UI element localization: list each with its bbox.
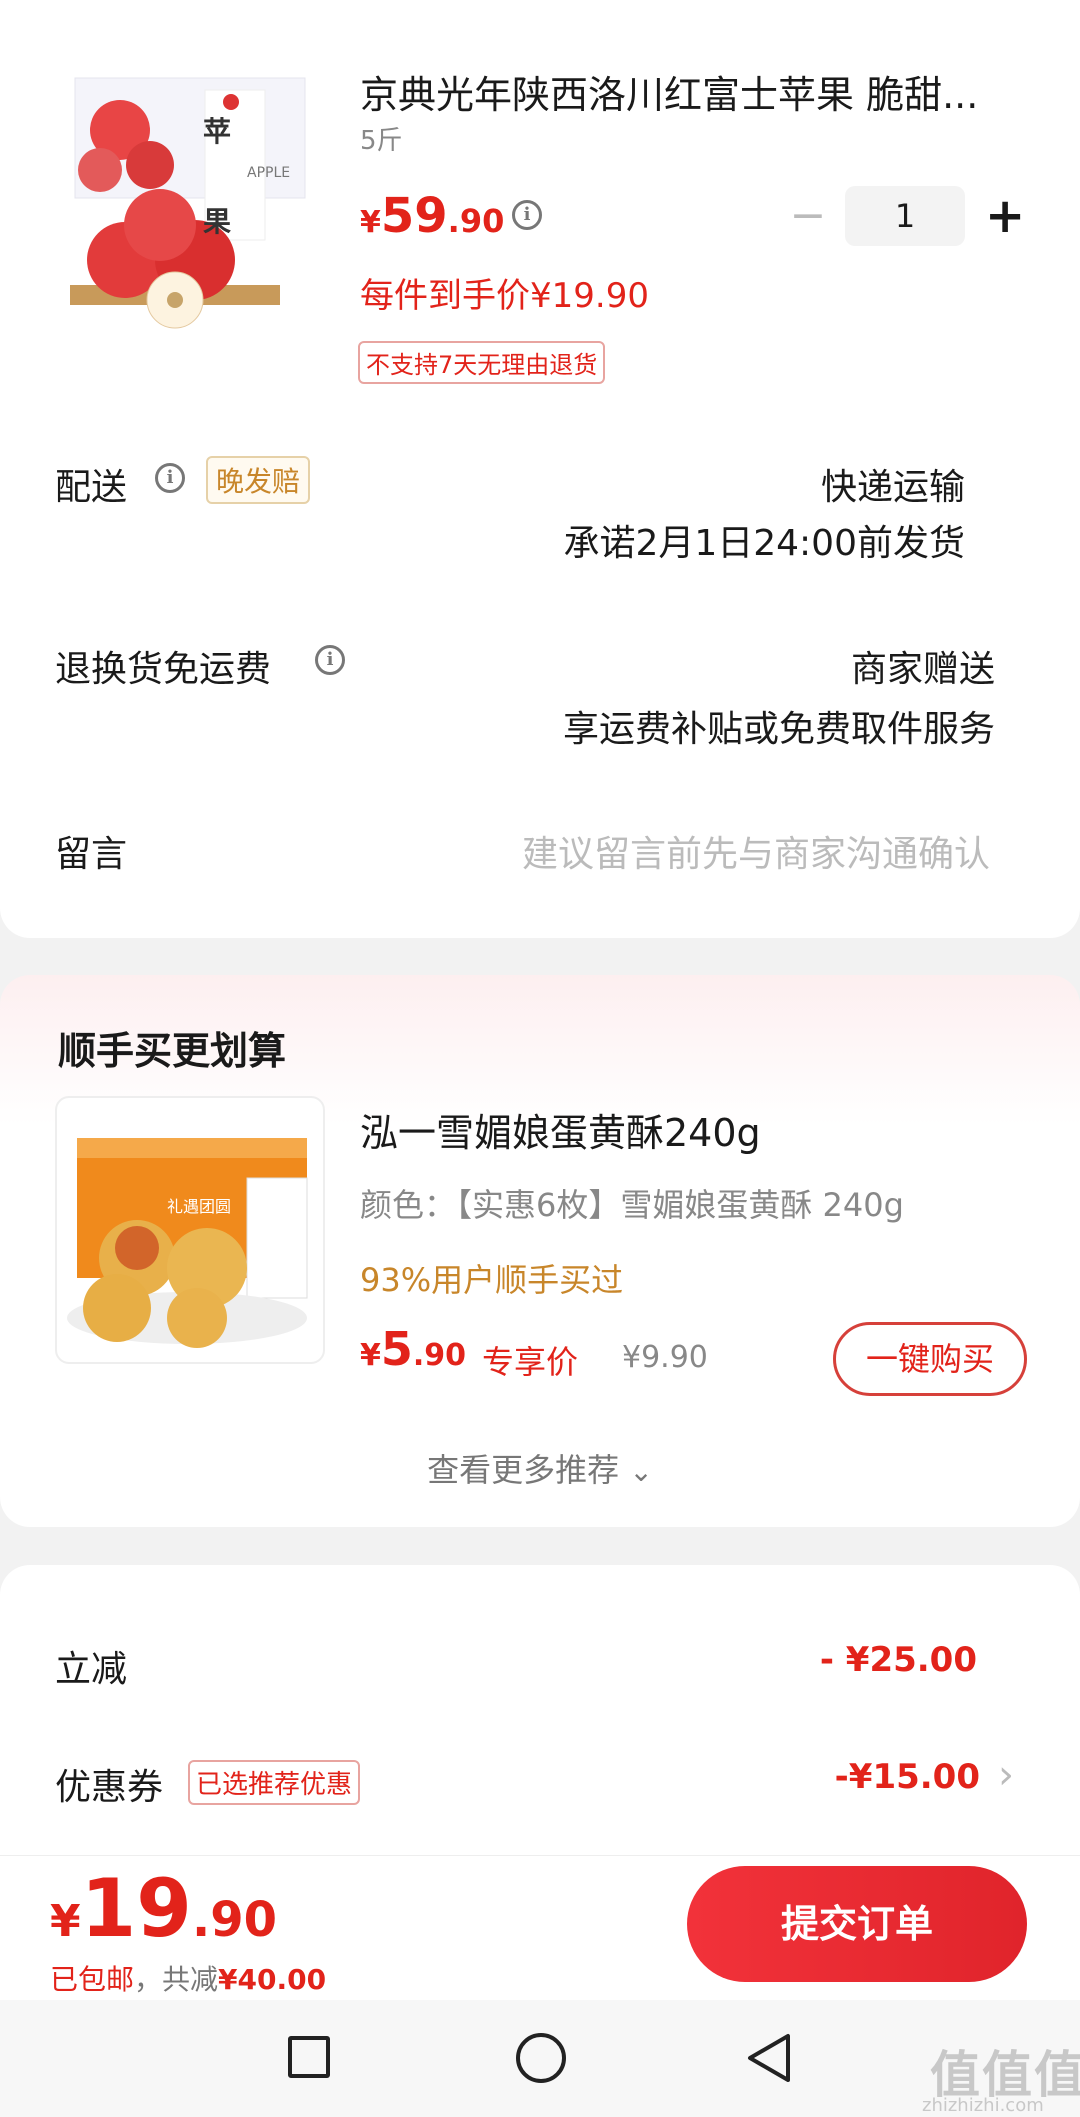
see-more-recommendations[interactable]: 查看更多推荐 ⌄ <box>0 1445 1080 1491</box>
late-compensation-tag: 晚发赔 <box>206 456 311 504</box>
product-image-char-1: 苹 <box>203 115 232 148</box>
return-shipping-info-icon[interactable]: i <box>315 645 345 675</box>
delivery-label: 配送 <box>55 467 128 508</box>
coupon-value[interactable]: -¥15.00 <box>835 1757 980 1797</box>
product-image[interactable]: 苹 果 APPLE <box>55 70 315 340</box>
product-image-char-2: 果 <box>203 205 232 238</box>
shipping-summary: 已包邮，共减¥40.00 <box>50 1958 326 1998</box>
product-image-latin: APPLE <box>247 165 291 181</box>
addon-title[interactable]: 泓一雪媚娘蛋黄酥240g <box>360 1102 761 1157</box>
delivery-info-icon[interactable]: i <box>155 463 185 493</box>
addon-original-price: ¥9.90 <box>622 1340 708 1375</box>
total-int: 19 <box>80 1862 192 1955</box>
addon-currency-symbol: ¥ <box>360 1338 381 1373</box>
return-shipping-label: 退换货免运费 <box>55 649 272 690</box>
total-currency-symbol: ¥ <box>50 1896 81 1947</box>
quantity-input[interactable]: 1 <box>845 186 965 246</box>
message-input[interactable]: 建议留言前先与商家沟通确认 <box>522 825 990 877</box>
return-shipping-detail: 享运费补贴或免费取件服务 <box>562 709 995 750</box>
addon-price: ¥5.90 <box>360 1322 466 1376</box>
chevron-right-icon[interactable]: › <box>998 1752 1014 1798</box>
saved-sep: ，共减 <box>134 1963 219 1996</box>
addon-section-title: 顺手买更划算 <box>58 1029 287 1073</box>
discount-card <box>0 1565 1080 1855</box>
return-policy-tag: 不支持7天无理由退货 <box>358 341 606 384</box>
price-int: 59 <box>380 188 448 244</box>
one-click-buy-button[interactable]: 一键购买 <box>833 1322 1027 1396</box>
see-more-label: 查看更多推荐 <box>427 1451 620 1489</box>
price-dec: .90 <box>447 202 505 240</box>
watermark-url: zhizhizhi.com <box>922 2095 1044 2116</box>
coupon-recommended-tag: 已选推荐优惠 <box>188 1760 361 1805</box>
addon-buy-rate: 93%用户顺手买过 <box>360 1261 624 1299</box>
return-shipping-value: 商家赠送 <box>850 649 995 690</box>
delivery-promise: 承诺2月1日24:00前发货 <box>563 523 965 564</box>
home-icon[interactable] <box>516 2033 566 2083</box>
chevron-down-icon: ⌄ <box>629 1455 653 1488</box>
addon-price-int: 5 <box>380 1322 413 1376</box>
total-saved: ¥40.00 <box>218 1963 327 1996</box>
per-unit-price: 每件到手价¥19.90 <box>360 276 649 316</box>
addon-image-box-label: 礼遇团圆 <box>167 1197 232 1216</box>
quantity-increase-button[interactable]: + <box>985 186 1025 246</box>
recent-apps-icon[interactable] <box>288 2036 330 2078</box>
delivery-method[interactable]: 快递运输 <box>821 458 965 510</box>
instant-discount-value: - ¥25.00 <box>819 1640 977 1680</box>
addon-exclusive-label: 专享价 <box>482 1343 579 1381</box>
product-title[interactable]: 京典光年陕西洛川红富士苹果 脆甜... <box>360 64 1000 119</box>
product-price: ¥59.90 <box>360 188 504 244</box>
back-icon[interactable] <box>746 2032 792 2088</box>
free-shipping-label: 已包邮 <box>50 1963 135 1996</box>
product-spec: 5斤 <box>360 126 403 156</box>
total-dec: .90 <box>191 1892 277 1948</box>
addon-price-dec: .90 <box>412 1338 467 1373</box>
instant-discount-label: 立减 <box>55 1649 128 1690</box>
addon-product-image[interactable]: 礼遇团圆 <box>55 1096 325 1364</box>
currency-symbol: ¥ <box>360 205 381 240</box>
message-label: 留言 <box>55 834 128 875</box>
addon-variant: 颜色：【实惠6枚】雪媚娘蛋黄酥 240g <box>360 1186 904 1224</box>
price-info-icon[interactable]: i <box>512 200 542 230</box>
submit-order-button[interactable]: 提交订单 <box>687 1866 1027 1982</box>
total-price: ¥19.90 <box>50 1862 277 1955</box>
quantity-decrease-button[interactable]: − <box>788 190 828 241</box>
coupon-label[interactable]: 优惠券 <box>55 1758 163 1810</box>
